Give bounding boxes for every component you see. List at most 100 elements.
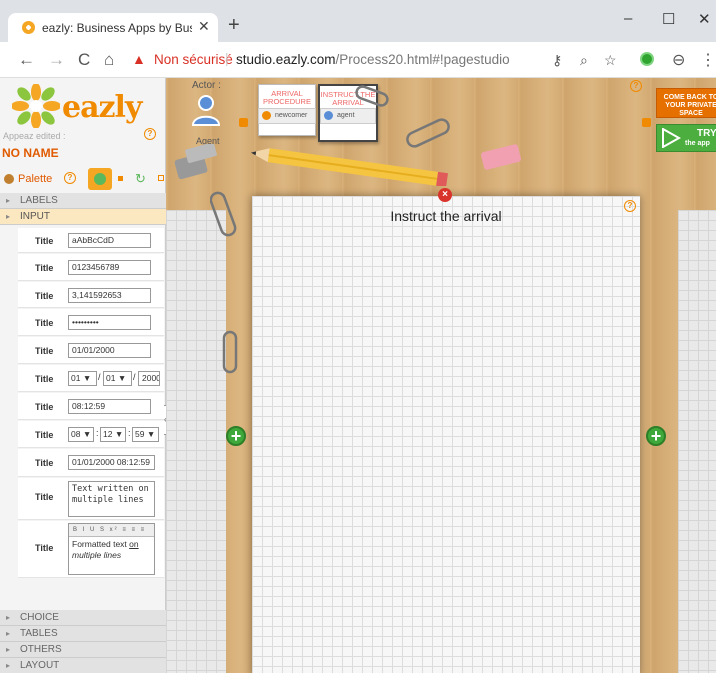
menu-icon[interactable]: ⋮ bbox=[700, 50, 716, 70]
home-button[interactable]: ⌂ bbox=[104, 50, 114, 70]
section-others[interactable]: OTHERS bbox=[0, 642, 166, 658]
field-date-select[interactable]: Title 01 ▼ / 01 ▼ / 2000 bbox=[18, 365, 164, 392]
rich-toolbar[interactable]: B I U S x² ≡ ≡ ≡ bbox=[69, 524, 154, 537]
section-others-label: OTHERS bbox=[20, 644, 62, 655]
field-text[interactable]: Title aAbBcCdD bbox=[18, 228, 164, 253]
field-datetime[interactable]: Title 01/01/2000 08:12:59 bbox=[18, 449, 164, 477]
browser-tab[interactable]: eazly: Business Apps by Business ✕ bbox=[8, 13, 218, 42]
app-name[interactable]: NO NAME bbox=[2, 146, 59, 160]
field-multiline[interactable]: Title Text written on multiple lines bbox=[18, 478, 164, 520]
year-input[interactable]: 2000 bbox=[138, 371, 160, 386]
paperclip-icon bbox=[355, 85, 389, 107]
tab-close-icon[interactable]: ✕ bbox=[198, 18, 210, 35]
small-box-icon[interactable] bbox=[158, 175, 164, 181]
field-label: Title bbox=[35, 543, 54, 553]
section-choice-label: CHOICE bbox=[20, 612, 59, 623]
url-text[interactable]: studio.eazly.com/Process20.html#!pagestu… bbox=[236, 52, 510, 67]
add-page-right-icon[interactable]: + bbox=[646, 426, 666, 446]
tab-title: eazly: Business Apps by Business bbox=[42, 21, 192, 35]
month-select[interactable]: 01 ▼ bbox=[103, 371, 132, 386]
minimize-button[interactable]: – bbox=[624, 10, 632, 27]
field-label: Title bbox=[35, 236, 54, 246]
field-time[interactable]: Title 08:12:59 bbox=[18, 393, 164, 420]
datetime-input[interactable]: 01/01/2000 08:12:59 bbox=[68, 455, 155, 470]
bookmark-star-icon[interactable]: ☆ bbox=[604, 52, 617, 69]
rich-text-editor[interactable]: B I U S x² ≡ ≡ ≡ Formatted text on multip… bbox=[68, 523, 155, 575]
eazly-logo: eazly bbox=[11, 83, 152, 130]
new-tab-button[interactable]: + bbox=[228, 14, 240, 37]
close-page-icon[interactable]: × bbox=[438, 188, 452, 202]
second-select[interactable]: 59 ▼ bbox=[132, 427, 159, 442]
add-step-icon[interactable] bbox=[239, 118, 248, 127]
section-input[interactable]: INPUT bbox=[0, 209, 166, 225]
small-square-icon[interactable] bbox=[118, 176, 123, 181]
field-label: Title bbox=[35, 402, 54, 412]
person-icon bbox=[262, 111, 271, 120]
play-icon bbox=[662, 128, 681, 148]
section-labels[interactable]: LABELS bbox=[0, 193, 166, 209]
eraser-icon bbox=[481, 144, 521, 170]
url-host: studio.eazly.com bbox=[236, 52, 336, 67]
section-tables[interactable]: TABLES bbox=[0, 626, 166, 642]
try-sub-label: the app bbox=[685, 140, 710, 147]
reload-button[interactable]: C bbox=[78, 50, 90, 70]
page-title[interactable]: Instruct the arrival bbox=[252, 208, 640, 224]
add-page-left-icon[interactable]: + bbox=[226, 426, 246, 446]
left-panel: eazly Appeaz edited : ? NO NAME Palette … bbox=[0, 78, 166, 673]
multiline-textarea[interactable]: Text written on multiple lines bbox=[68, 481, 155, 517]
close-window-button[interactable]: ✕ bbox=[698, 10, 711, 28]
back-button[interactable]: ← bbox=[18, 50, 35, 70]
field-date[interactable]: Title 01/01/2000 bbox=[18, 337, 164, 364]
card-title: ARRIVAL PROCEDURE bbox=[263, 89, 311, 106]
field-decimal[interactable]: Title 3,141592653 bbox=[18, 282, 164, 308]
form-elements-tab-icon[interactable] bbox=[88, 168, 112, 190]
field-time-select[interactable]: Title 08 ▼ : 12 ▼ : 59 ▼ bbox=[18, 421, 164, 448]
refresh-icon[interactable]: ↻ bbox=[135, 171, 146, 187]
date-separator: / bbox=[133, 372, 136, 382]
rich-text-content[interactable]: Formatted text on multiple lines bbox=[69, 537, 154, 563]
section-tables-label: TABLES bbox=[20, 628, 58, 639]
zoom-icon[interactable]: ⌕ bbox=[580, 52, 588, 69]
sharpener-icon bbox=[174, 144, 217, 180]
try-app-button[interactable]: TRY the app bbox=[656, 124, 716, 152]
date-input[interactable]: 01/01/2000 bbox=[68, 343, 151, 358]
number-input[interactable]: 0123456789 bbox=[68, 260, 151, 275]
eazly-favicon-icon bbox=[22, 21, 35, 34]
forward-button[interactable]: → bbox=[48, 50, 65, 70]
hour-select[interactable]: 08 ▼ bbox=[68, 427, 94, 442]
grid-side-left bbox=[166, 210, 226, 673]
card-actor-tag[interactable]: newcomer bbox=[258, 108, 316, 124]
back-to-private-space-button[interactable]: COME BACK TO YOUR PRIVATE SPACE bbox=[656, 88, 716, 118]
browser-tab-bar: eazly: Business Apps by Business ✕ + – ☐… bbox=[0, 0, 716, 42]
section-labels-label: LABELS bbox=[20, 195, 58, 206]
field-password[interactable]: Title ••••••••• bbox=[18, 309, 164, 336]
password-input[interactable]: ••••••••• bbox=[68, 315, 151, 330]
section-layout[interactable]: LAYOUT bbox=[0, 658, 166, 673]
field-label: Title bbox=[35, 374, 54, 384]
security-status[interactable]: Non sécurisé bbox=[154, 52, 233, 67]
profile-icon[interactable]: ⊖ bbox=[672, 50, 685, 70]
minute-select[interactable]: 12 ▼ bbox=[100, 427, 126, 442]
extension-icon[interactable] bbox=[640, 52, 654, 66]
section-choice[interactable]: CHOICE bbox=[0, 610, 166, 626]
decimal-input[interactable]: 3,141592653 bbox=[68, 288, 151, 303]
maximize-button[interactable]: ☐ bbox=[662, 10, 675, 28]
page-editor-sheet[interactable]: × ? Instruct the arrival bbox=[252, 188, 640, 673]
palette-help-icon[interactable]: ? bbox=[64, 172, 76, 184]
url-path: /Process20.html#!pagestudio bbox=[335, 52, 510, 67]
workspace-help-icon[interactable]: ? bbox=[630, 80, 642, 92]
field-label: Title bbox=[35, 291, 54, 301]
key-icon[interactable]: ⚷ bbox=[552, 52, 562, 69]
text-input[interactable]: aAbBcCdD bbox=[68, 233, 151, 248]
agent-icon[interactable] bbox=[192, 94, 220, 126]
section-layout-label: LAYOUT bbox=[20, 660, 60, 671]
help-icon[interactable]: ? bbox=[144, 128, 156, 140]
workspace-desk: Actor : Agent ARRIVAL PROCEDURE newcomer… bbox=[166, 78, 716, 673]
field-number[interactable]: Title 0123456789 bbox=[18, 254, 164, 281]
warning-icon: ▲ bbox=[132, 51, 146, 67]
time-input[interactable]: 08:12:59 bbox=[68, 399, 151, 414]
address-bar[interactable]: ▲ Non sécurisé | studio.eazly.com/Proces… bbox=[128, 47, 638, 73]
day-select[interactable]: 01 ▼ bbox=[68, 371, 97, 386]
add-step-right-icon[interactable] bbox=[642, 118, 651, 127]
field-rich-text[interactable]: Title B I U S x² ≡ ≡ ≡ Formatted text on… bbox=[18, 521, 164, 578]
